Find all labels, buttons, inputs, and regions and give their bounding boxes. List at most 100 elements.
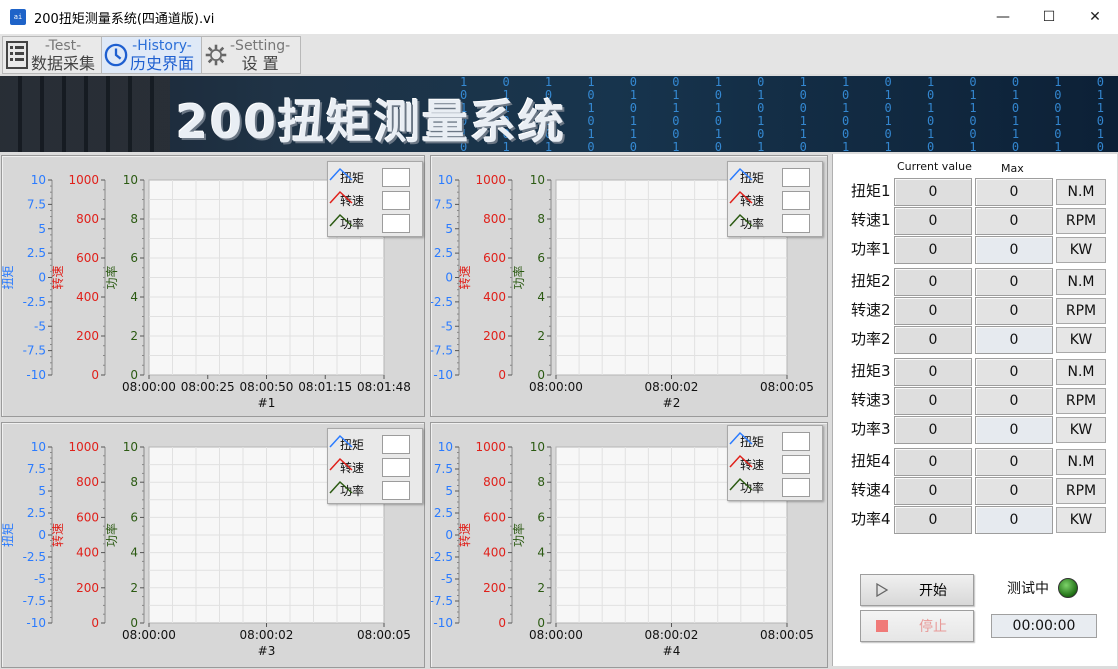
y-tick-label: 2.5	[434, 246, 453, 260]
y-axis-label: 功率	[104, 265, 119, 289]
y-axis-label: 功率	[511, 523, 526, 547]
chart-legend[interactable]: 扭矩 转速 功率	[727, 161, 823, 237]
y-tick-label: 7.5	[27, 197, 46, 211]
max-value-display: 0	[975, 326, 1053, 354]
y-tick-label: 200	[483, 329, 506, 343]
y-tick-label: 200	[483, 581, 506, 595]
close-button[interactable]: ✕	[1072, 0, 1118, 34]
reading-label: 转速3	[851, 391, 891, 409]
reading-label: 功率3	[851, 420, 891, 438]
y-tick-label: 5	[445, 484, 453, 498]
y-tick-label: 4	[130, 546, 138, 560]
max-value-display: 0	[975, 178, 1053, 206]
unit-label: RPM	[1056, 298, 1106, 324]
chart-title: #3	[258, 644, 276, 658]
y-tick-label: 8	[130, 212, 138, 226]
window-title: 200扭矩测量系统(四通道版).vi	[34, 11, 215, 27]
y-tick-label: 6	[537, 251, 545, 265]
y-tick-label: 6	[130, 251, 138, 265]
unit-label: N.M	[1056, 359, 1106, 385]
y-tick-label: 5	[445, 222, 453, 236]
y-tick-label: 2	[537, 329, 545, 343]
unit-label: N.M	[1056, 269, 1106, 295]
y-tick-label: 5	[38, 222, 46, 236]
y-tick-label: 4	[537, 546, 545, 560]
stop-button-label: 停止	[919, 619, 947, 635]
max-value-display: 0	[975, 236, 1053, 264]
current-value-display: 0	[894, 477, 972, 505]
y-tick-label: 6	[130, 510, 138, 524]
current-value-display: 0	[894, 297, 972, 325]
x-tick-label: 08:00:05	[760, 380, 814, 394]
max-value-display: 0	[975, 448, 1053, 476]
y-tick-label: 4	[537, 290, 545, 304]
reading-label: 功率1	[851, 240, 891, 258]
max-value-display: 0	[975, 387, 1053, 415]
x-tick-label: 08:00:02	[645, 380, 699, 394]
unit-label: KW	[1056, 417, 1106, 443]
elapsed-time-display: 00:00:00	[991, 614, 1097, 638]
banner-title: 200扭矩测量系统	[176, 95, 567, 149]
y-tick-label: 10	[31, 173, 46, 187]
y-axis-label: 转速	[457, 523, 472, 547]
tab-setting[interactable]: -Setting- 设 置	[201, 36, 301, 74]
tab-test-cn-label: 数据采集	[31, 54, 96, 73]
tab-history-cn-label: 历史界面	[130, 54, 195, 73]
server-rack-graphic	[0, 76, 170, 152]
torque-line-icon	[329, 167, 410, 187]
torque-line-icon	[729, 167, 810, 187]
y-tick-label: 0	[91, 368, 99, 382]
y-tick-label: 10	[123, 440, 138, 454]
current-value-display: 0	[894, 387, 972, 415]
y-tick-label: -10	[433, 616, 453, 630]
x-tick-label: 08:00:05	[357, 628, 411, 642]
y-tick-label: -5	[34, 572, 46, 586]
max-value-display: 0	[975, 358, 1053, 386]
y-tick-label: 0	[498, 616, 506, 630]
tab-setting-en-label: -Setting-	[230, 38, 291, 54]
current-value-display: 0	[894, 207, 972, 235]
y-tick-label: 400	[483, 290, 506, 304]
y-tick-label: -2.5	[431, 295, 453, 309]
current-value-display: 0	[894, 358, 972, 386]
play-icon	[876, 583, 889, 597]
max-value-display: 0	[975, 506, 1053, 534]
current-value-display: 0	[894, 416, 972, 444]
reading-label: 扭矩1	[851, 182, 891, 200]
y-tick-label: -7.5	[431, 594, 453, 608]
y-tick-label: 400	[483, 546, 506, 560]
current-value-display: 0	[894, 506, 972, 534]
chart-legend[interactable]: 扭矩 转速 功率	[727, 425, 823, 501]
current-value-display: 0	[894, 268, 972, 296]
max-value-display: 0	[975, 477, 1053, 505]
y-tick-label: -5	[441, 319, 453, 333]
x-tick-label: 08:00:25	[181, 380, 235, 394]
minimize-button[interactable]: —	[980, 0, 1026, 34]
y-tick-label: 1000	[68, 440, 99, 454]
header-banner: 1 0 1 1 0 0 1 0 1 1 0 1 0 0 1 0 1 1 0 1 …	[0, 76, 1118, 152]
x-tick-label: 08:00:00	[122, 628, 176, 642]
x-tick-label: 08:00:50	[240, 380, 294, 394]
window-controls: — ☐ ✕	[980, 0, 1118, 34]
y-tick-label: 2.5	[27, 246, 46, 260]
y-tick-label: -10	[26, 616, 46, 630]
y-tick-label: 200	[76, 581, 99, 595]
chart-legend[interactable]: 扭矩 转速 功率	[327, 428, 423, 504]
max-header: Max	[1001, 162, 1024, 175]
y-tick-label: 7.5	[27, 462, 46, 476]
chart-legend[interactable]: 扭矩 转速 功率	[327, 161, 423, 237]
tab-test[interactable]: -Test- 数据采集	[2, 36, 102, 74]
y-tick-label: -2.5	[23, 550, 46, 564]
current-value-display: 0	[894, 236, 972, 264]
tab-history[interactable]: -History- 历史界面	[101, 36, 202, 74]
chart-title: #4	[663, 644, 681, 658]
y-tick-label: 0	[445, 271, 453, 285]
y-tick-label: 0	[38, 271, 46, 285]
stop-button[interactable]: 停止	[860, 610, 974, 642]
y-axis-label: 功率	[511, 265, 526, 289]
reading-label: 扭矩2	[851, 272, 891, 290]
current-value-display: 0	[894, 448, 972, 476]
maximize-button[interactable]: ☐	[1026, 0, 1072, 34]
start-button[interactable]: 开始	[860, 574, 974, 606]
clock-icon	[104, 40, 128, 70]
